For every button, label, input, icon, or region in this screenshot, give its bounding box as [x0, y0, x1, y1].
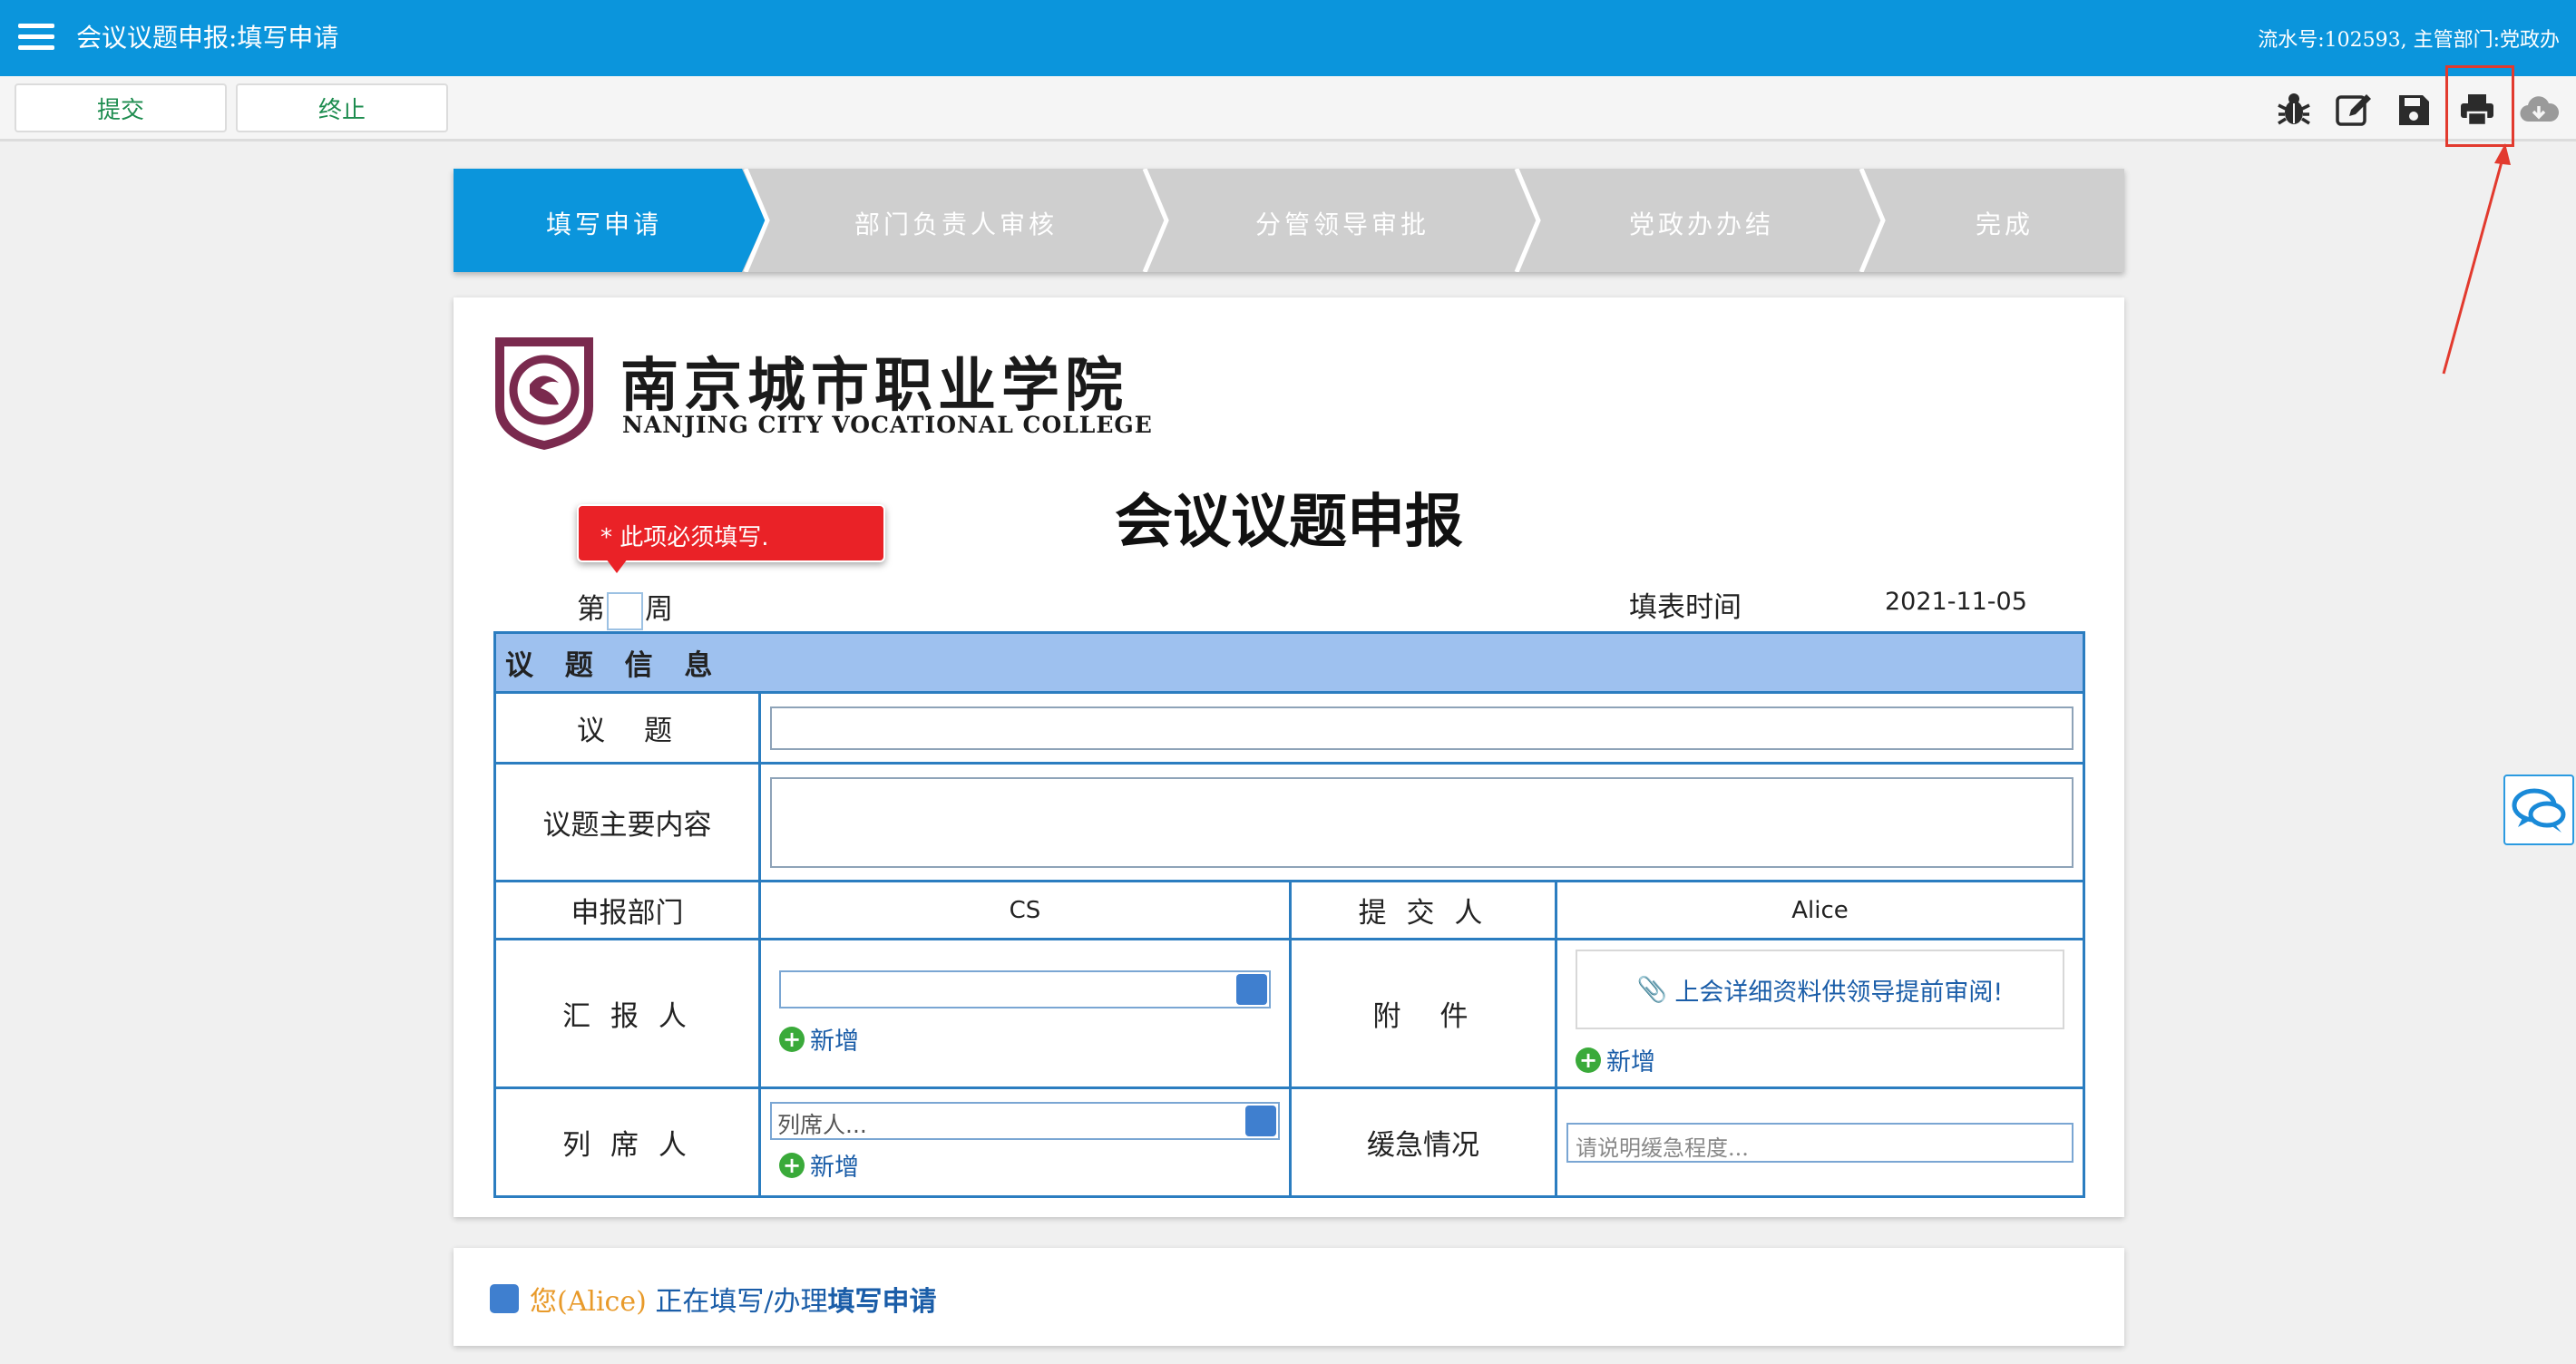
week-prefix: 第	[577, 593, 605, 626]
urgency-label: 缓急情况	[1289, 1086, 1557, 1198]
toolbar: 提交 终止	[0, 76, 2576, 141]
bug-icon[interactable]	[2273, 89, 2315, 131]
plus-icon: +	[1576, 1047, 1601, 1073]
workflow-steps: 填写申请 部门负责人审核 分管领导审批 党政办办结 完成	[454, 169, 2124, 272]
submit-button[interactable]: 提交	[15, 83, 227, 132]
attachment-box[interactable]: 📎 上会详细资料供领导提前审阅!	[1576, 950, 2065, 1029]
content-label: 议题主要内容	[493, 762, 761, 882]
content-textarea[interactable]	[770, 776, 2074, 868]
reporter-picker[interactable]	[779, 970, 1271, 1008]
step-dept-review: 部门负责人审核	[854, 209, 1059, 239]
status-step: 填写申请	[827, 1286, 937, 1318]
add-attachment-link[interactable]: + 新增	[1576, 1042, 2064, 1077]
form-panel: 南京城市职业学院 NANJING CITY VOCATIONAL COLLEGE…	[454, 297, 2124, 1217]
status-middle: 正在填写/办理	[655, 1286, 828, 1318]
top-bar: 会议议题申报:填写申请 流水号:102593, 主管部门:党政办	[0, 0, 2576, 76]
topic-label: 议 题	[493, 691, 761, 765]
tooltip-tail	[606, 559, 628, 573]
submitter-value: Alice	[1554, 880, 2086, 940]
edit-icon[interactable]	[2333, 89, 2375, 131]
annotation-arrow	[2442, 143, 2511, 375]
urgency-input[interactable]: 请说明缓急程度...	[1566, 1122, 2074, 1163]
status-panel: 您(Alice) 正在填写/办理填写申请	[454, 1248, 2124, 1346]
status-text: 您(Alice) 正在填写/办理填写申请	[530, 1279, 936, 1319]
reporter-label: 汇 报 人	[493, 938, 761, 1089]
user-icon	[490, 1284, 519, 1313]
terminate-button[interactable]: 终止	[236, 83, 448, 132]
cloud-download-icon[interactable]	[2518, 89, 2560, 131]
topic-input[interactable]	[770, 706, 2074, 750]
dept-label: 申报部门	[493, 880, 761, 940]
flow-meta: 流水号:102593, 主管部门:党政办	[2258, 29, 2560, 52]
attendees-label: 列 席 人	[493, 1086, 761, 1198]
section-header: 议 题 信 息	[493, 631, 2086, 694]
attendees-picker[interactable]: 列席人...	[770, 1102, 1280, 1140]
print-highlight-box	[2445, 65, 2514, 147]
plus-icon: +	[779, 1026, 805, 1052]
dept-value: CS	[758, 880, 1292, 940]
paperclip-icon: 📎	[1636, 976, 1668, 1004]
user-picker-icon[interactable]	[1245, 1106, 1276, 1136]
page-title: 会议议题申报:填写申请	[76, 23, 339, 53]
plus-icon: +	[779, 1152, 805, 1178]
week-suffix: 周	[645, 593, 673, 626]
college-name-cn: 南京城市职业学院	[620, 352, 1128, 420]
chat-float-button[interactable]	[2503, 775, 2574, 845]
step-office-complete: 党政办办结	[1629, 209, 1775, 239]
week-number-input[interactable]	[607, 591, 643, 630]
college-name-en: NANJING CITY VOCATIONAL COLLEGE	[622, 412, 1153, 438]
add-attendee-link[interactable]: + 新增	[779, 1147, 1280, 1183]
college-logo-emblem	[490, 334, 599, 452]
attachment-label: 附 件	[1289, 938, 1557, 1089]
step-fill-application: 填写申请	[546, 209, 663, 239]
status-user: 您(Alice)	[530, 1286, 647, 1318]
save-icon[interactable]	[2393, 89, 2435, 131]
week-row: 第周	[577, 586, 673, 630]
submitter-label: 提 交 人	[1289, 880, 1557, 940]
step-leader-approval: 分管领导审批	[1255, 209, 1430, 239]
required-field-tooltip: * 此项必须填写.	[577, 504, 885, 562]
topic-info-table: 议 题 信 息 议 题 议题主要内容 申报部门 CS 提 交 人 Alice 汇…	[493, 631, 2086, 1198]
date-label: 填表时间	[1629, 591, 1742, 624]
date-value: 2021-11-05	[1885, 588, 2027, 616]
hamburger-menu-icon[interactable]	[18, 24, 54, 53]
user-picker-icon[interactable]	[1236, 974, 1267, 1005]
add-reporter-link[interactable]: + 新增	[779, 1021, 1271, 1057]
chat-icon	[2512, 788, 2566, 833]
step-done: 完成	[1976, 209, 2034, 239]
